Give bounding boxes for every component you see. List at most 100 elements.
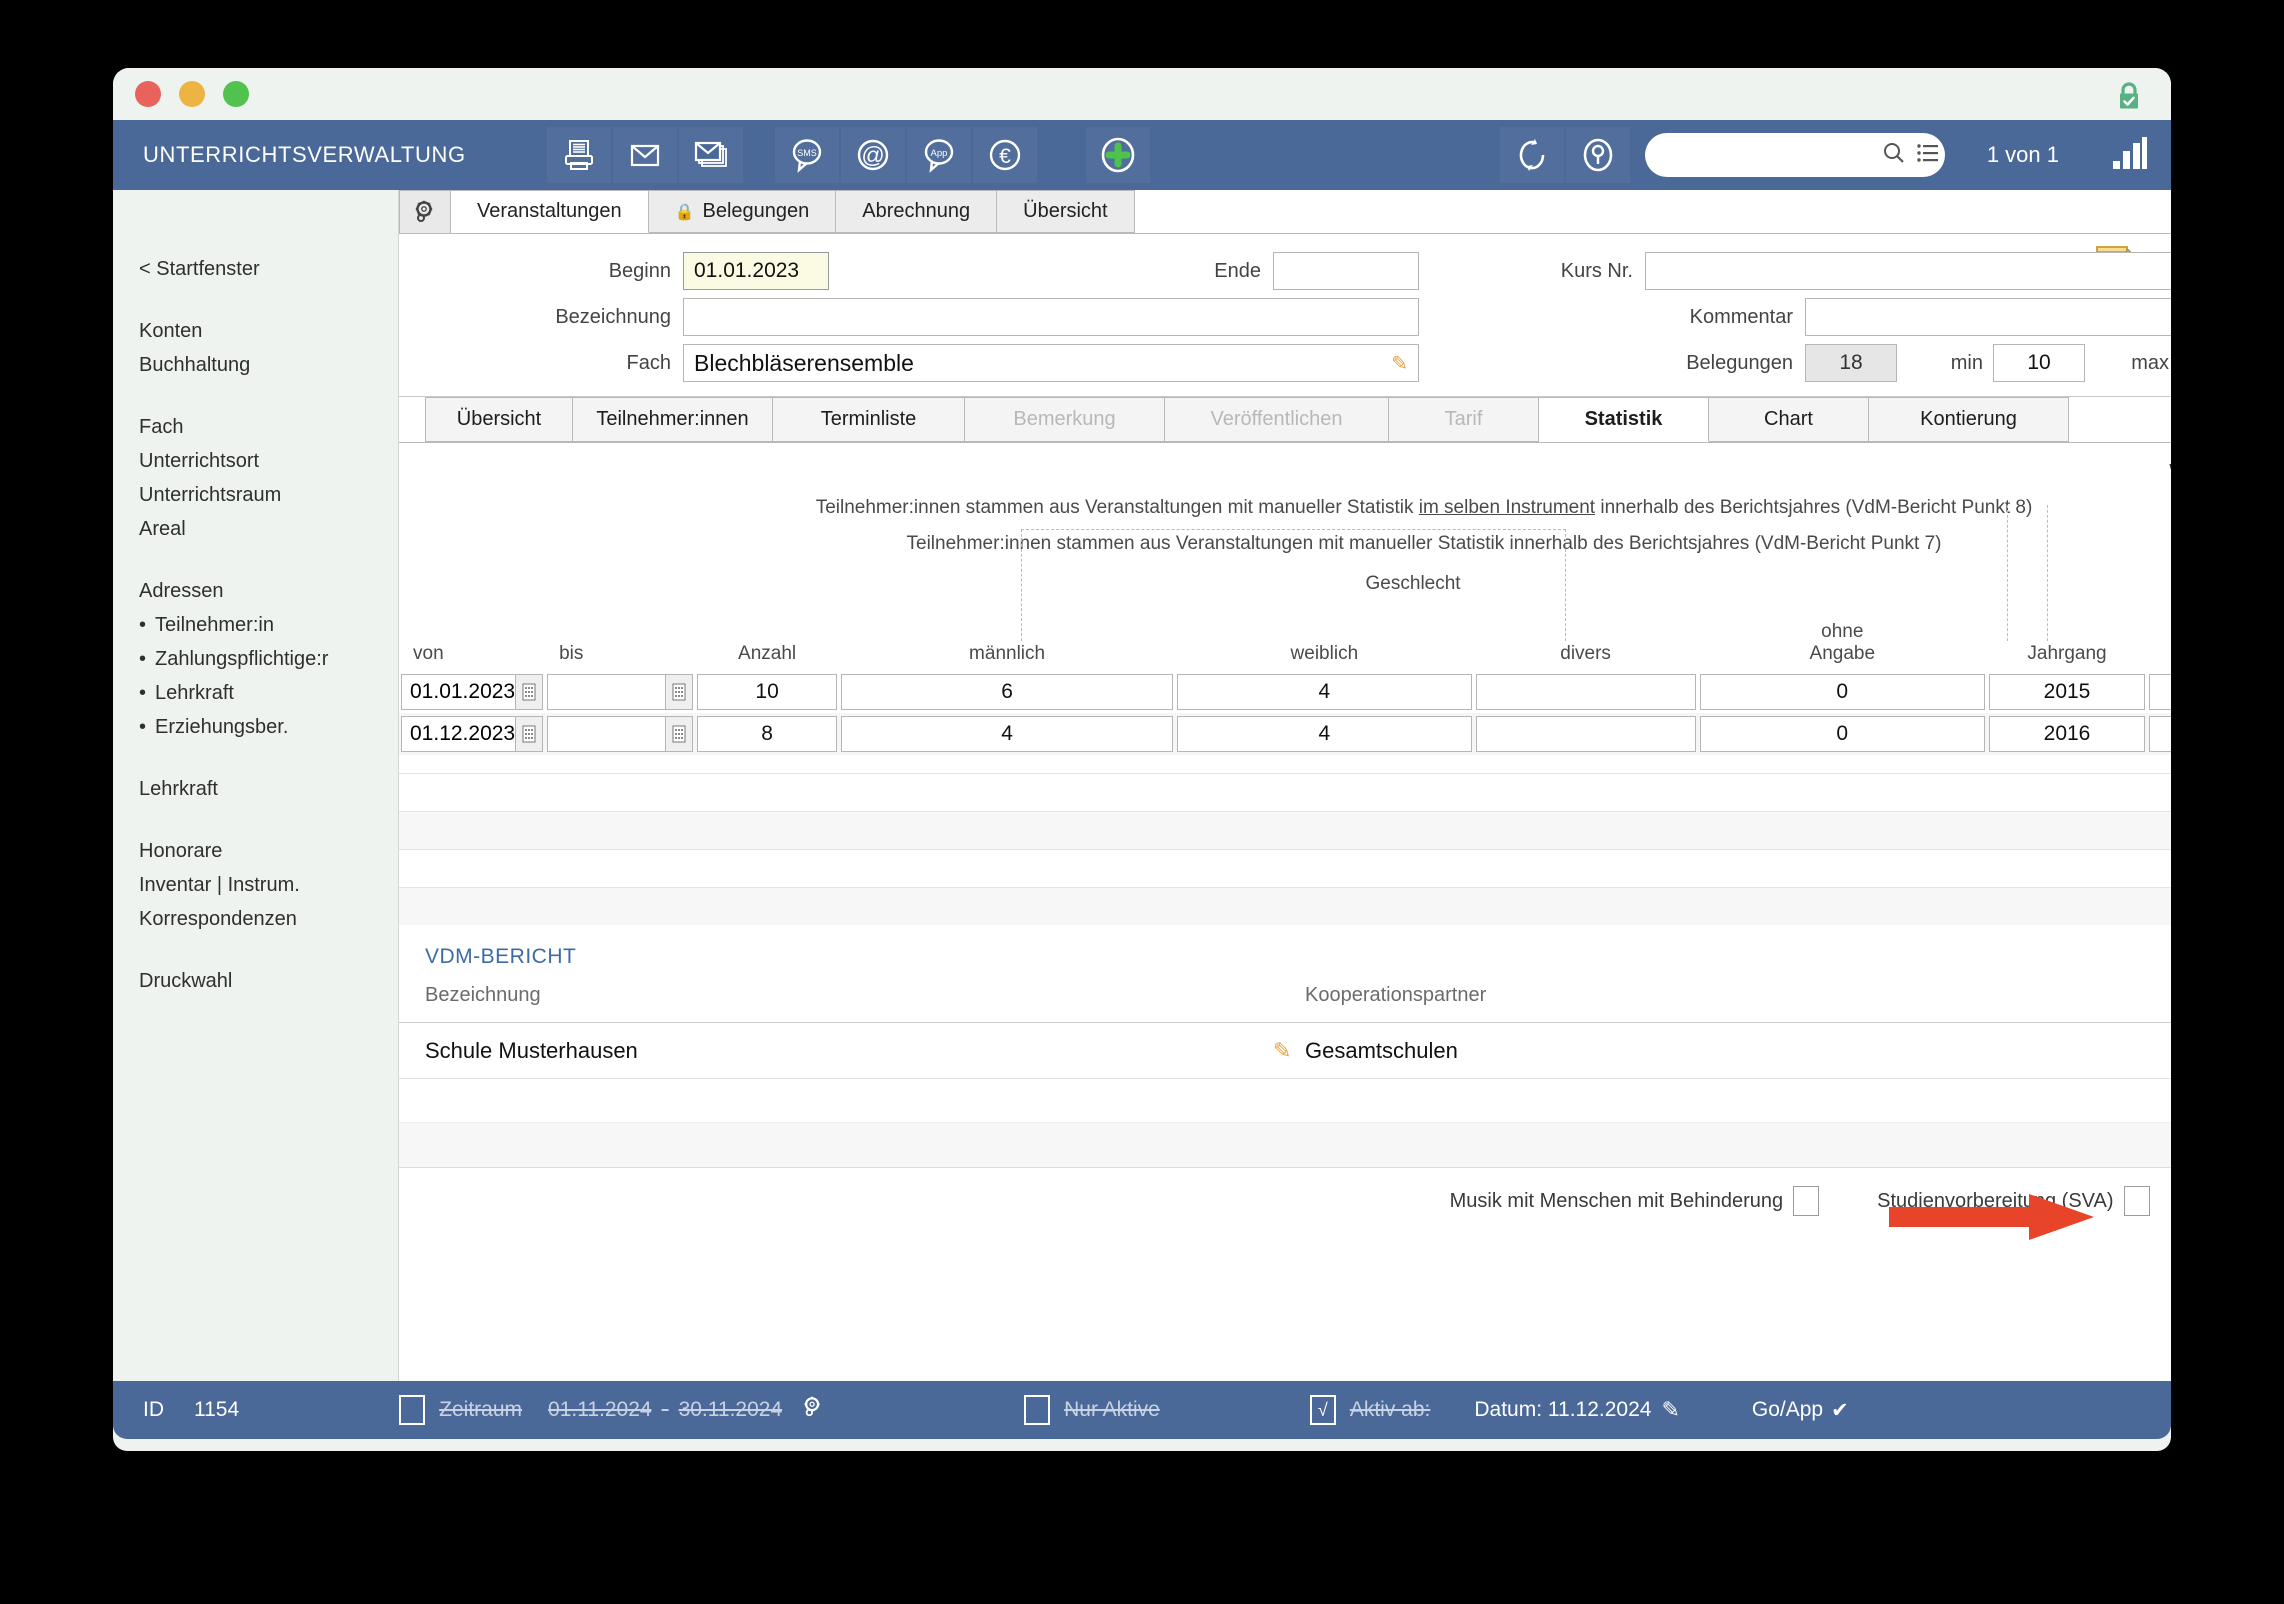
calendar-icon[interactable] xyxy=(515,674,544,710)
row0-davon-value[interactable] xyxy=(2149,674,2171,710)
nur-aktive-checkbox[interactable] xyxy=(1024,1395,1051,1425)
pencil-icon[interactable]: ✎ xyxy=(1661,1397,1679,1423)
svg-text:SMS: SMS xyxy=(797,148,817,158)
sidebar-item-korrespondenzen[interactable]: Korrespondenzen xyxy=(113,902,398,936)
vdm-bezeichnung-value[interactable]: Schule Musterhausen xyxy=(425,1038,1273,1064)
sidebar-item-erziehungsber[interactable]: Erziehungsber. xyxy=(113,710,398,744)
app-bubble-icon[interactable]: App xyxy=(906,127,971,183)
sidebar-item-druckwahl[interactable]: Druckwahl xyxy=(113,964,398,998)
calendar-icon[interactable] xyxy=(665,674,694,710)
zeitraum-to[interactable]: 30.11.2024 xyxy=(679,1398,783,1422)
check-studienvorbereitung-box[interactable] xyxy=(2123,1186,2150,1216)
fach-field[interactable]: Blechbläserensemble ✎ xyxy=(683,344,1419,382)
gear-icon[interactable] xyxy=(802,1396,824,1424)
tab-bemerkung[interactable]: Bemerkung xyxy=(965,397,1165,442)
row1-jahrgang-value[interactable]: 2016 xyxy=(1989,716,2145,752)
sidebar-item-teilnehmerin[interactable]: Teilnehmer:in xyxy=(113,608,398,642)
row0-anzahl-value[interactable]: 10 xyxy=(697,674,838,710)
sidebar-item-inventar-instrum[interactable]: Inventar | Instrum. xyxy=(113,868,398,902)
pencil-icon[interactable]: ✎ xyxy=(1391,351,1408,376)
row1-anzahl-value[interactable]: 8 xyxy=(697,716,838,752)
kommentar-field[interactable] xyxy=(1805,298,2171,336)
at-icon[interactable]: @ xyxy=(840,127,905,183)
plus-circle-icon[interactable] xyxy=(1085,127,1150,183)
min-field[interactable]: 10 xyxy=(1993,344,2085,382)
tab-uebersicht[interactable]: Übersicht xyxy=(425,397,573,442)
sidebar-back-startfenster[interactable]: < Startfenster xyxy=(113,252,398,286)
tab-veranstaltungen[interactable]: Veranstaltungen xyxy=(451,190,649,233)
row0-bis-value[interactable] xyxy=(547,674,666,710)
chevron-down-icon[interactable]: ˅ xyxy=(1785,1039,2171,1062)
status-bar: ID 1154 Zeitraum 01.11.2024 - 30.11.2024… xyxy=(113,1381,2171,1439)
sidebar-item-honorare[interactable]: Honorare xyxy=(113,834,398,868)
sidebar-item-fach[interactable]: Fach xyxy=(113,410,398,444)
search-circle-icon[interactable] xyxy=(1565,127,1630,183)
row0-weiblich-value[interactable]: 4 xyxy=(1177,674,1472,710)
search-icon[interactable] xyxy=(1882,141,1906,170)
window-minimize-button[interactable] xyxy=(179,81,205,107)
vdm-kooperationspartner-value[interactable]: Gesamtschulen xyxy=(1305,1038,1785,1064)
window-close-button[interactable] xyxy=(135,81,161,107)
tab-statistik[interactable]: Statistik xyxy=(1539,397,1709,442)
tab-belegungen[interactable]: 🔒 Belegungen xyxy=(648,190,837,233)
refresh-circle-icon[interactable] xyxy=(1499,127,1564,183)
check-musik-behinderung-box[interactable] xyxy=(1793,1186,1820,1216)
cell-weiblich: 4 xyxy=(1175,671,1474,713)
tab-abrechnung[interactable]: Abrechnung xyxy=(836,190,998,233)
ende-field[interactable] xyxy=(1273,252,1419,290)
sidebar-item-adressen[interactable]: Adressen xyxy=(113,574,398,608)
sidebar-item-konten[interactable]: Konten xyxy=(113,314,398,348)
row1-davon-value[interactable] xyxy=(2149,716,2171,752)
row1-weiblich-value[interactable]: 4 xyxy=(1177,716,1472,752)
row1-divers-value[interactable] xyxy=(1475,716,1696,752)
content-area: Veranstaltungen 🔒 Belegungen Abrechnung … xyxy=(399,190,2171,1381)
mail-icon[interactable] xyxy=(612,127,677,183)
kursnr-field[interactable] xyxy=(1645,252,2171,290)
goapp-label[interactable]: Go/App xyxy=(1752,1398,1823,1422)
sms-bubble-icon[interactable]: SMS xyxy=(774,127,839,183)
zeitraum-from[interactable]: 01.11.2024 xyxy=(548,1398,652,1422)
search-input[interactable] xyxy=(1660,145,1882,165)
aktiv-ab-checkbox[interactable]: √ xyxy=(1309,1395,1336,1425)
tab-chart[interactable]: Chart xyxy=(1709,397,1869,442)
row0-jahrgang-value[interactable]: 2015 xyxy=(1989,674,2145,710)
search-box[interactable] xyxy=(1644,133,1945,177)
bezeichnung-field[interactable] xyxy=(683,298,1419,336)
list-menu-icon[interactable] xyxy=(1916,143,1940,168)
check-studienvorbereitung[interactable]: Studienvorbereitung (SVA) xyxy=(1877,1186,2150,1216)
window-maximize-button[interactable] xyxy=(223,81,249,107)
tab-tarif[interactable]: Tarif xyxy=(1389,397,1539,442)
sidebar-item-unterrichtsort[interactable]: Unterrichtsort xyxy=(113,444,398,478)
row1-ohne-angabe-value[interactable]: 0 xyxy=(1699,716,1985,752)
beginn-field[interactable]: 01.01.2023 xyxy=(683,252,829,290)
sidebar-item-lehrkraft-adresse[interactable]: Lehrkraft xyxy=(113,676,398,710)
sidebar-item-buchhaltung[interactable]: Buchhaltung xyxy=(113,348,398,382)
sidebar-item-zahlungspflichtiger[interactable]: Zahlungspflichtige:r xyxy=(113,642,398,676)
row0-ohne-angabe-value[interactable]: 0 xyxy=(1699,674,1985,710)
mail-stack-icon[interactable] xyxy=(678,127,743,183)
gear-icon[interactable] xyxy=(399,190,451,233)
pencil-icon[interactable]: ✎ xyxy=(1273,1038,1305,1064)
row0-von-value[interactable]: 01.01.2023 xyxy=(401,674,516,710)
tab-teilnehmerinnen[interactable]: Teilnehmer:innen xyxy=(573,397,773,442)
sidebar-item-areal[interactable]: Areal xyxy=(113,512,398,546)
calendar-icon[interactable] xyxy=(515,716,544,752)
tab-kontierung[interactable]: Kontierung xyxy=(1869,397,2069,442)
row0-divers-value[interactable] xyxy=(1475,674,1696,710)
tab-veroeffentlichen[interactable]: Veröffentlichen xyxy=(1165,397,1389,442)
check-musik-behinderung[interactable]: Musik mit Menschen mit Behinderung xyxy=(1450,1186,1820,1216)
sidebar-item-unterrichtsraum[interactable]: Unterrichtsraum xyxy=(113,478,398,512)
bar-chart-icon[interactable] xyxy=(2109,135,2149,176)
row1-von-value[interactable]: 01.12.2023 xyxy=(401,716,516,752)
euro-icon[interactable]: € xyxy=(972,127,1037,183)
kursnr-label: Kurs Nr. xyxy=(1560,259,1633,282)
row0-maennlich-value[interactable]: 6 xyxy=(841,674,1174,710)
tab-uebersicht-top[interactable]: Übersicht xyxy=(997,190,1135,233)
calendar-icon[interactable] xyxy=(665,716,694,752)
row1-maennlich-value[interactable]: 4 xyxy=(841,716,1174,752)
row1-bis-value[interactable] xyxy=(547,716,666,752)
printer-icon[interactable] xyxy=(546,127,611,183)
sidebar-item-lehrkraft[interactable]: Lehrkraft xyxy=(113,772,398,806)
zeitraum-checkbox[interactable] xyxy=(399,1395,426,1425)
tab-terminliste[interactable]: Terminliste xyxy=(773,397,965,442)
